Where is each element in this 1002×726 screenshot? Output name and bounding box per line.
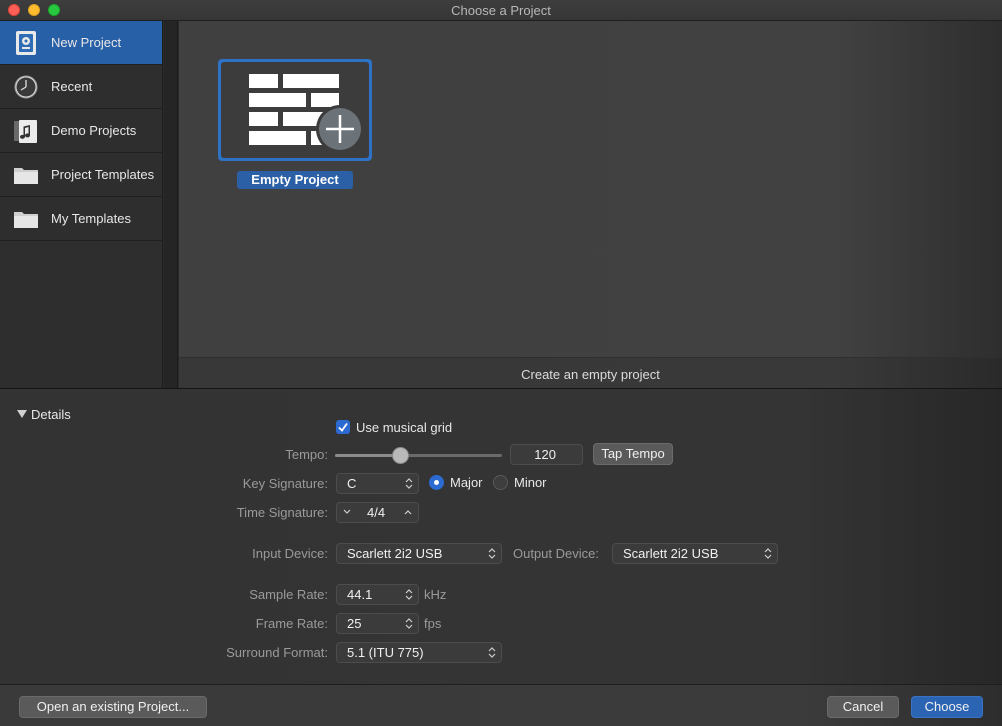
chevron-up-icon[interactable]: [404, 509, 412, 515]
frame-rate-unit: fps: [424, 616, 442, 631]
sidebar-item-new-project[interactable]: New Project: [0, 21, 162, 65]
frame-rate-label: Frame Rate:: [255, 616, 328, 631]
time-signature-value: 4/4: [367, 505, 386, 520]
surround-format-popup[interactable]: 5.1 (ITU 775): [336, 642, 502, 663]
input-device-value: Scarlett 2i2 USB: [347, 546, 443, 561]
template-browser: Empty Project: [179, 21, 1002, 357]
window-title: Choose a Project: [451, 3, 551, 18]
sidebar-item-label: New Project: [51, 35, 122, 50]
surround-format-value: 5.1 (ITU 775): [347, 645, 424, 660]
sidebar-item-project-templates[interactable]: Project Templates: [0, 153, 162, 197]
popup-arrows-icon: [488, 548, 496, 559]
sidebar-item-demo-projects[interactable]: Demo Projects: [0, 109, 162, 153]
tempo-label: Tempo:: [285, 447, 328, 462]
surround-format-label: Surround Format:: [226, 645, 328, 660]
sidebar-item-label: Project Templates: [51, 167, 155, 182]
disclosure-triangle-icon: [17, 410, 27, 418]
folder-icon: [14, 212, 38, 228]
details-disclosure[interactable]: Details: [17, 407, 71, 422]
key-signature-popup[interactable]: C: [336, 473, 419, 494]
minor-radio[interactable]: [493, 475, 508, 490]
folder-icon: [14, 168, 38, 184]
empty-project-label[interactable]: Empty Project: [237, 171, 353, 189]
tempo-value: 120: [534, 447, 556, 462]
sidebar-item-my-templates[interactable]: My Templates: [0, 197, 162, 241]
footer-bar: Open an existing Project... Cancel Choos…: [0, 684, 1002, 726]
details-label: Details: [31, 407, 71, 422]
sample-rate-value: 44.1: [347, 587, 373, 602]
empty-project-tile[interactable]: [218, 59, 372, 161]
popup-arrows-icon: [764, 548, 772, 559]
clock-icon: [14, 75, 38, 99]
input-device-label: Input Device:: [252, 546, 328, 561]
sidebar-item-label: Recent: [51, 79, 93, 94]
sidebar: New Project Recent Demo Projects Project…: [0, 21, 163, 388]
output-device-label: Output Device:: [513, 546, 599, 561]
frame-rate-popup[interactable]: 25: [336, 613, 419, 634]
choose-button[interactable]: Choose: [911, 696, 983, 718]
sample-rate-label: Sample Rate:: [249, 587, 328, 602]
checkmark-icon: [338, 422, 348, 432]
sidebar-item-label: My Templates: [51, 211, 131, 226]
time-signature-stepper[interactable]: 4/4: [336, 502, 419, 523]
popup-arrows-icon: [405, 478, 413, 489]
popup-arrows-icon: [488, 647, 496, 658]
description-bar: Create an empty project: [179, 357, 1002, 388]
tempo-slider-fill: [335, 454, 401, 457]
tile-thumbnail: [221, 62, 369, 158]
popup-arrows-icon: [405, 589, 413, 600]
tempo-slider[interactable]: [335, 447, 502, 464]
tempo-field[interactable]: 120: [510, 444, 583, 465]
frame-rate-value: 25: [347, 616, 362, 631]
sidebar-item-label: Demo Projects: [51, 123, 137, 138]
music-document-icon: [14, 120, 37, 143]
sample-rate-unit: kHz: [424, 587, 447, 602]
empty-project-plus-icon: [249, 74, 364, 153]
details-panel: Details Use musical grid Tempo: 120 Tap …: [0, 389, 1002, 684]
chevron-down-icon[interactable]: [343, 509, 351, 515]
use-musical-grid-checkbox[interactable]: [336, 420, 350, 434]
key-signature-value: C: [347, 476, 357, 491]
sidebar-item-recent[interactable]: Recent: [0, 65, 162, 109]
key-signature-label: Key Signature:: [242, 476, 328, 491]
new-project-icon: [16, 31, 36, 55]
output-device-popup[interactable]: Scarlett 2i2 USB: [612, 543, 778, 564]
cancel-button[interactable]: Cancel: [827, 696, 899, 718]
sample-rate-popup[interactable]: 44.1: [336, 584, 419, 605]
major-label: Major: [450, 475, 483, 490]
use-musical-grid-label: Use musical grid: [356, 420, 453, 435]
tap-tempo-button[interactable]: Tap Tempo: [593, 443, 673, 465]
sidebar-splitter[interactable]: [164, 21, 178, 388]
output-device-value: Scarlett 2i2 USB: [623, 546, 719, 561]
input-device-popup[interactable]: Scarlett 2i2 USB: [336, 543, 502, 564]
major-radio[interactable]: [429, 475, 444, 490]
popup-arrows-icon: [405, 618, 413, 629]
minor-label: Minor: [514, 475, 547, 490]
open-existing-project-button[interactable]: Open an existing Project...: [19, 696, 207, 718]
title-bar: Choose a Project: [0, 0, 1002, 21]
tempo-slider-knob[interactable]: [392, 447, 409, 464]
time-signature-label: Time Signature:: [236, 505, 328, 520]
template-description: Create an empty project: [521, 367, 660, 382]
